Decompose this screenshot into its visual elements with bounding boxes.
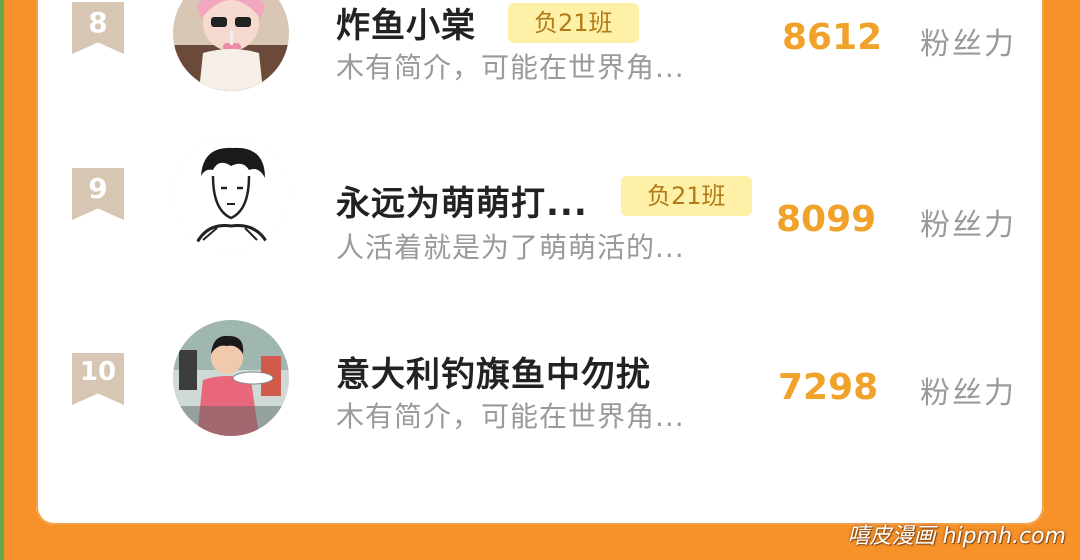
fans-count: 8099 [776,199,877,240]
user-name[interactable]: 永远为萌萌打... [336,176,588,225]
fans-count: 7298 [778,367,879,408]
class-tag: 负21班 [621,176,752,216]
rank-badge: 10 [72,353,124,405]
class-tag: 负21班 [508,3,639,43]
rank-badge: 8 [72,2,124,54]
ranking-row-8[interactable]: 8 炸鱼小棠 负21班 木有简介，可能在世界角... 8612 粉丝力 [36,0,1044,100]
ranking-card: 8 炸鱼小棠 负21班 木有简介，可能在世界角... 8612 粉丝力 9 永远… [36,0,1044,525]
rank-number: 10 [79,357,117,387]
ranking-row-9[interactable]: 9 永远为萌萌打... 负21班 人活着就是为了萌萌活的... 8099 粉丝力 [36,136,1044,264]
boy-with-plate-avatar-icon [173,320,289,436]
left-edge-strip [0,0,4,560]
ranking-row-10[interactable]: 10 意大利钓旗鱼中勿扰 木有简介，可能在世界角... 7298 粉丝力 [36,320,1044,445]
user-intro: 木有简介，可能在世界角... [336,51,685,84]
fans-unit-label: 粉丝力 [920,376,1016,411]
anime-girl-drinking-avatar-icon [173,0,289,91]
user-name[interactable]: 炸鱼小棠 [336,0,476,47]
avatar[interactable] [173,320,289,436]
fans-unit-label: 粉丝力 [920,208,1016,243]
site-watermark: 嘻皮漫画 hipmh.com [847,524,1066,549]
avatar[interactable] [173,136,289,252]
sketch-man-avatar-icon [173,136,289,252]
user-intro: 木有简介，可能在世界角... [336,400,685,433]
user-name[interactable]: 意大利钓旗鱼中勿扰 [336,347,651,396]
rank-number: 9 [88,172,108,205]
avatar[interactable] [173,0,289,91]
rank-number: 8 [88,6,108,39]
fans-count: 8612 [782,17,883,58]
user-intro: 人活着就是为了萌萌活的... [336,231,685,264]
rank-badge: 9 [72,168,124,220]
fans-unit-label: 粉丝力 [920,27,1016,62]
